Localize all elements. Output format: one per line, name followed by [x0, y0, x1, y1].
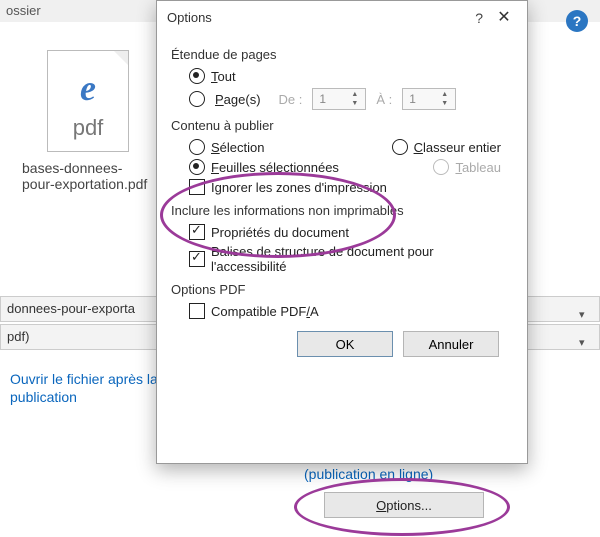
header-text: ossier — [6, 3, 41, 18]
file-thumbnail[interactable]: e pdf bases-donnees-pour-exportation.pdf — [18, 50, 158, 192]
stepper-icon: ▲▼ — [351, 90, 363, 108]
ok-button[interactable]: OK — [297, 331, 393, 357]
chevron-down-icon[interactable]: ▾ — [579, 331, 593, 345]
file-icon: e pdf — [47, 50, 129, 152]
options-button[interactable]: Options... — [324, 492, 484, 518]
file-ext-label: pdf — [48, 115, 128, 141]
radio-icon[interactable] — [189, 91, 205, 107]
filename-value: donnees-pour-exporta — [7, 301, 135, 316]
cancel-button[interactable]: Annuler — [403, 331, 499, 357]
checkbox-icon[interactable] — [189, 224, 205, 240]
chevron-down-icon[interactable]: ▾ — [579, 303, 593, 317]
radio-selected-sheets[interactable]: Feuilles sélectionnées — [189, 159, 339, 175]
open-after-publish-link[interactable]: Ouvrir le fichier après la publication — [10, 370, 160, 406]
close-icon[interactable]: ✕ — [489, 1, 519, 35]
from-label: De : — [279, 92, 303, 107]
check-doc-properties[interactable]: Propriétés du document — [189, 224, 511, 240]
check-pdfa[interactable]: Compatible PDF/A — [189, 303, 511, 319]
stepper-icon: ▲▼ — [441, 90, 453, 108]
to-field: 1▲▼ — [402, 88, 456, 110]
radio-table: Tableau — [433, 159, 501, 175]
section-nonprintable: Inclure les informations non imprimables — [171, 203, 511, 218]
filetype-value: pdf) — [7, 329, 29, 344]
radio-icon[interactable] — [189, 159, 205, 175]
dialog-options: Options ? ✕ Étendue de pages Tout Page(s… — [156, 0, 528, 464]
radio-icon[interactable] — [392, 139, 408, 155]
section-page-range: Étendue de pages — [171, 47, 511, 62]
help-icon[interactable]: ? — [566, 10, 588, 32]
radio-icon[interactable] — [189, 139, 205, 155]
radio-icon[interactable] — [189, 68, 205, 84]
checkbox-icon[interactable] — [189, 179, 205, 195]
dialog-titlebar: Options ? ✕ — [157, 1, 527, 35]
help-icon[interactable]: ? — [475, 1, 483, 35]
radio-workbook[interactable]: Classeur entier — [392, 139, 501, 155]
radio-pages[interactable]: Page(s) De : 1▲▼ À : 1▲▼ — [189, 88, 511, 110]
dialog-title: Options — [167, 10, 212, 25]
checkbox-icon[interactable] — [189, 251, 205, 267]
check-accessibility-tags[interactable]: Balises de structure de document pour l'… — [189, 244, 511, 274]
to-label: À : — [376, 92, 392, 107]
radio-selection[interactable]: Sélection — [189, 139, 264, 155]
from-field: 1▲▼ — [312, 88, 366, 110]
section-content: Contenu à publier — [171, 118, 511, 133]
radio-all[interactable]: Tout — [189, 68, 511, 84]
section-pdf-options: Options PDF — [171, 282, 511, 297]
edge-icon: e — [80, 67, 96, 109]
publish-online-hint: (publication en ligne) — [304, 466, 433, 482]
page-fold-icon — [114, 51, 128, 65]
check-ignore-print-areas[interactable]: Ignorer les zones d'impression — [189, 179, 511, 195]
file-caption: bases-donnees-pour-exportation.pdf — [18, 160, 158, 192]
checkbox-icon[interactable] — [189, 303, 205, 319]
radio-icon — [433, 159, 449, 175]
